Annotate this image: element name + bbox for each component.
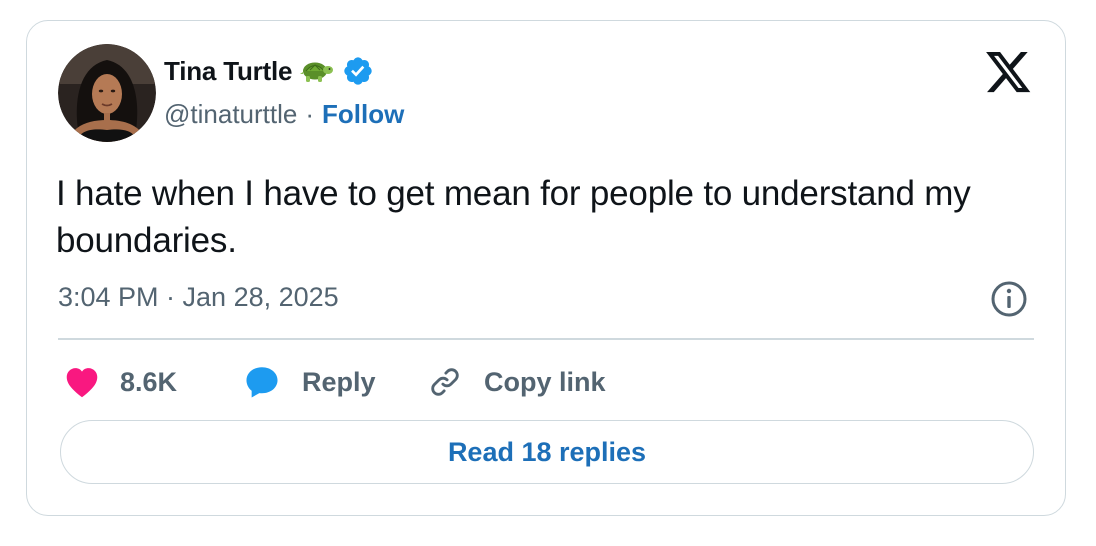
info-icon[interactable] (990, 280, 1028, 318)
action-bar: 8.6K Reply Copy link (64, 362, 606, 402)
link-icon (428, 365, 462, 399)
reply-label: Reply (302, 366, 376, 397)
author-name-row: Tina Turtle (164, 55, 374, 87)
author-display-name[interactable]: Tina Turtle (164, 56, 292, 87)
copy-link-label: Copy link (484, 366, 606, 397)
avatar[interactable] (58, 44, 156, 142)
like-count: 8.6K (120, 366, 178, 397)
copy-link-button[interactable]: Copy link (428, 365, 606, 399)
x-logo-icon[interactable] (986, 52, 1032, 94)
like-button[interactable]: 8.6K (64, 366, 244, 398)
author-handle[interactable]: @tinaturttle (164, 99, 297, 130)
reply-bubble-icon (244, 365, 280, 399)
turtle-emoji-icon (300, 58, 334, 84)
tweet-text: I hate when I have to get mean for peopl… (56, 174, 971, 260)
author-handle-row: @tinaturttle · Follow (164, 99, 404, 130)
divider (58, 338, 1034, 340)
avatar-image (58, 44, 156, 142)
heart-icon (64, 366, 100, 398)
verified-badge-icon (342, 55, 374, 87)
follow-button[interactable]: Follow (322, 99, 404, 130)
separator-dot: · (305, 99, 315, 129)
read-replies-button[interactable]: Read 18 replies (60, 420, 1034, 484)
reply-button[interactable]: Reply (244, 365, 428, 399)
tweet-timestamp[interactable]: 3:04 PM · Jan 28, 2025 (58, 282, 339, 313)
